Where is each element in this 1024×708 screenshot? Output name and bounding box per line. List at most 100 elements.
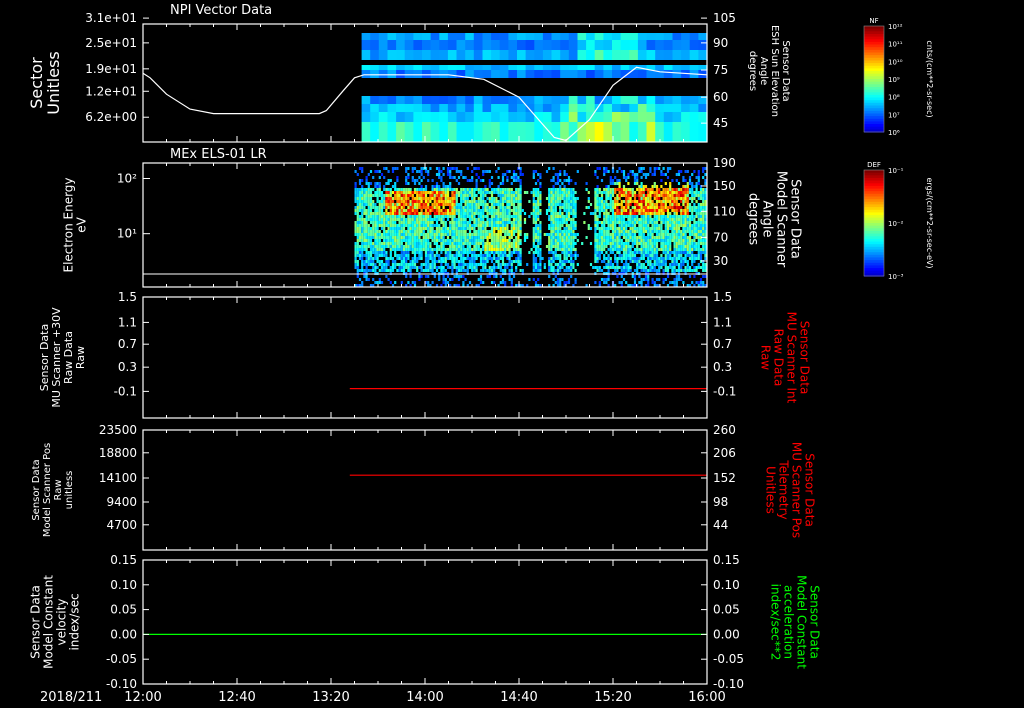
spectrogram-cell xyxy=(662,194,665,197)
spectrogram-cell xyxy=(695,188,698,191)
spectrogram-cell xyxy=(519,257,522,260)
spectrogram-cell xyxy=(378,122,388,142)
spectrogram-cell xyxy=(512,215,516,218)
spectrogram-cell xyxy=(462,209,465,212)
spectrogram-cell xyxy=(380,251,384,254)
spectrogram-cell xyxy=(673,239,676,242)
spectrogram-cell xyxy=(367,206,370,209)
spectrogram-cell xyxy=(609,182,612,185)
spectrogram-cell xyxy=(672,50,682,60)
spectrogram-cell xyxy=(457,221,461,224)
spectrogram-cell xyxy=(688,275,692,278)
spectrogram-cell xyxy=(560,70,570,78)
spectrogram-cell xyxy=(363,248,366,251)
spectrogram-cell xyxy=(594,209,597,212)
spectrogram-cell xyxy=(482,221,485,224)
spectrogram-cell xyxy=(646,40,656,50)
spectrogram-cell xyxy=(572,248,575,251)
spectrogram-cell xyxy=(677,248,681,251)
spectrogram-cell xyxy=(517,179,520,182)
spectrogram-cell xyxy=(519,206,522,209)
spectrogram-cell xyxy=(508,70,518,78)
spectrogram-cell xyxy=(493,221,496,224)
spectrogram-cell xyxy=(577,96,587,104)
spectrogram-cell xyxy=(517,239,520,242)
spectrogram-cell xyxy=(563,185,566,188)
spectrogram-cell xyxy=(633,236,637,239)
spectrogram-cell xyxy=(644,275,648,278)
spectrogram-cell xyxy=(517,230,520,233)
spectrogram-cell xyxy=(411,200,414,203)
spectrogram-cell xyxy=(517,263,520,266)
spectrogram-cell xyxy=(495,203,498,206)
spectrogram-cell xyxy=(407,212,410,215)
spectrogram-cell xyxy=(614,209,617,212)
spectrogram-cell xyxy=(510,251,513,254)
y-tick-label-left: 18800 xyxy=(99,446,137,460)
spectrogram-cell xyxy=(695,221,698,224)
spectrogram-cell xyxy=(587,227,590,230)
spectrogram-cell xyxy=(427,230,430,233)
spectrogram-cell xyxy=(640,248,643,251)
spectrogram-cell xyxy=(380,248,384,251)
spectrogram-cell xyxy=(416,188,419,191)
spectrogram-cell xyxy=(548,227,551,230)
spectrogram-cell xyxy=(361,170,364,173)
spectrogram-cell xyxy=(633,182,637,185)
spectrogram-cell xyxy=(418,248,421,251)
spectrogram-cell xyxy=(466,263,469,266)
spectrogram-cell xyxy=(512,191,516,194)
spectrogram-cell xyxy=(603,206,606,209)
spectrogram-cell xyxy=(572,194,575,197)
spectrogram-cell xyxy=(640,254,643,257)
spectrogram-cell xyxy=(680,194,683,197)
spectrogram-cell xyxy=(633,173,637,176)
spectrogram-cell xyxy=(512,275,516,278)
spectrogram-cell xyxy=(383,254,386,257)
spectrogram-cell xyxy=(508,50,518,60)
spectrogram-cell xyxy=(586,65,596,70)
spectrogram-cell xyxy=(539,230,542,233)
spectrogram-cell xyxy=(486,275,489,278)
spectrogram-cell xyxy=(686,215,689,218)
spectrogram-cell xyxy=(462,212,465,215)
spectrogram-cell xyxy=(664,218,667,221)
spectrogram-cell xyxy=(609,233,612,236)
spectrogram-cell xyxy=(629,170,632,173)
spectrogram-cell xyxy=(369,218,373,221)
spectrogram-cell xyxy=(693,239,696,242)
spectrogram-cell xyxy=(629,188,632,191)
spectrogram-cell xyxy=(515,200,518,203)
spectrogram-cell xyxy=(453,197,456,200)
spectrogram-cell xyxy=(658,236,661,239)
spectrogram-cell xyxy=(688,239,692,242)
spectrogram-cell xyxy=(449,173,452,176)
spectrogram-cell xyxy=(577,65,587,70)
spectrogram-cell xyxy=(611,230,615,233)
spectrogram-cell xyxy=(653,197,656,200)
spectrogram-cell xyxy=(416,200,419,203)
spectrogram-cell xyxy=(512,230,516,233)
spectrogram-cell xyxy=(607,194,610,197)
spectrogram-cell xyxy=(400,215,403,218)
spectrogram-cell xyxy=(451,176,454,179)
spectrogram-cell xyxy=(389,248,392,251)
spectrogram-cell xyxy=(534,194,538,197)
spectrogram-cell xyxy=(682,230,685,233)
spectrogram-cell xyxy=(398,221,401,224)
spectrogram-cell xyxy=(449,278,452,281)
spectrogram-cell xyxy=(479,212,483,215)
spectrogram-cell xyxy=(486,197,489,200)
spectrogram-cell xyxy=(501,239,505,242)
spectrogram-cell xyxy=(574,191,577,194)
spectrogram-cell xyxy=(493,254,496,257)
spectrogram-cell xyxy=(407,221,410,224)
spectrogram-cell xyxy=(609,224,612,227)
spectrogram-cell xyxy=(537,209,540,212)
spectrogram-cell xyxy=(662,209,665,212)
spectrogram-cell xyxy=(594,70,604,78)
spectrogram-cell xyxy=(475,203,478,206)
spectrogram-cell xyxy=(629,96,639,104)
spectrogram-cell xyxy=(525,33,535,40)
spectrogram-cell xyxy=(418,170,421,173)
